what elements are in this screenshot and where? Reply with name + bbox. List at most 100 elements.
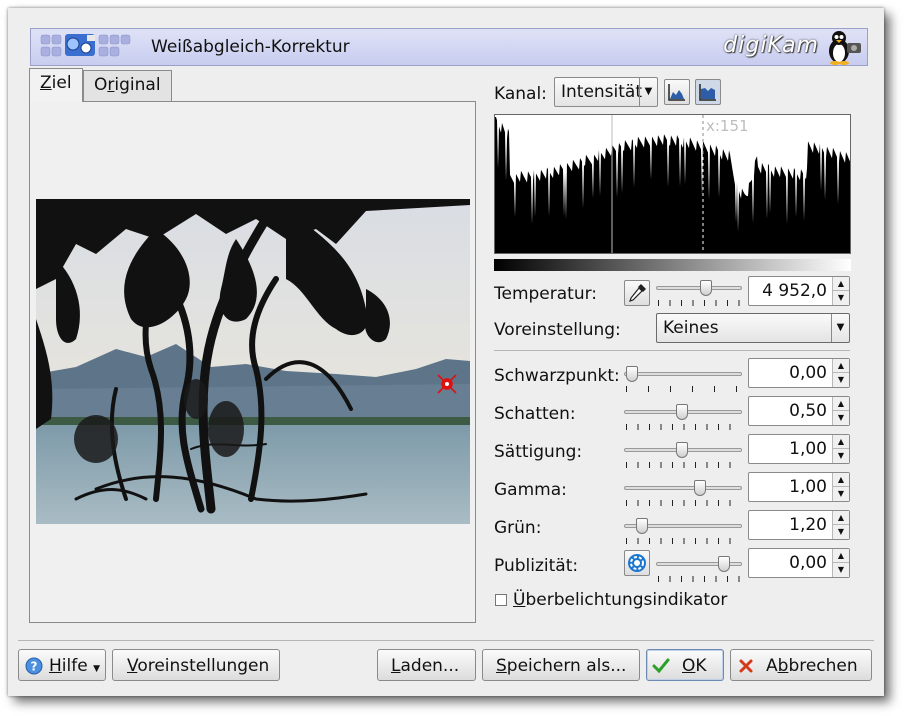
channel-select[interactable]: Intensität ▼ <box>554 77 658 107</box>
param-value: 0,00 <box>789 553 827 573</box>
help-mnemonic: H <box>49 656 62 676</box>
param-slider[interactable] <box>624 366 742 396</box>
preset-select[interactable]: Keines ▼ <box>656 313 850 343</box>
auto-exposure-button[interactable] <box>624 550 650 576</box>
log-scale-button[interactable] <box>695 79 721 105</box>
intensity-gradient-bar <box>494 259 851 271</box>
histogram[interactable]: x:151 <box>494 114 851 254</box>
overexposure-text: berbelichtungsindikator <box>525 590 728 610</box>
tux-mascot-icon <box>829 31 861 65</box>
param-spinbox[interactable]: 0,00 ▲ ▼ <box>748 548 850 578</box>
param-slider[interactable] <box>624 404 742 434</box>
temperature-slider[interactable] <box>656 280 742 310</box>
param-label: Schwarzpunkt: <box>494 366 620 386</box>
param-slider[interactable] <box>624 518 742 548</box>
slider-ticks <box>626 538 740 544</box>
spin-arrows: ▲ ▼ <box>832 359 849 387</box>
dialog-title: Weißabgleich-Korrektur <box>151 37 350 57</box>
tab-original-label-start: O <box>94 75 108 95</box>
overexposure-mnemonic: Ü <box>513 590 526 610</box>
overexposure-label: Überbelichtungsindikator <box>513 590 727 610</box>
preview-panel <box>29 101 476 623</box>
param-value: 1,20 <box>789 515 827 535</box>
channel-select-value: Intensität <box>561 82 643 102</box>
param-value: 0,00 <box>789 363 827 383</box>
ok-button[interactable]: OK <box>646 649 724 681</box>
param-spinbox[interactable]: 1,00 ▲ ▼ <box>748 472 850 502</box>
slider-groove <box>624 372 742 376</box>
temperature-label: Temperatur: <box>494 284 598 304</box>
temperature-picker-button[interactable] <box>624 280 650 306</box>
spin-down-icon[interactable]: ▼ <box>833 487 849 501</box>
spin-up-icon[interactable]: ▲ <box>833 397 849 411</box>
temperature-spinbox[interactable]: 4 952,0 ▲ ▼ <box>748 276 850 306</box>
param-spinbox[interactable]: 1,20 ▲ ▼ <box>748 510 850 540</box>
linear-histogram-icon <box>668 84 685 101</box>
spin-down-icon[interactable]: ▼ <box>833 449 849 463</box>
digikam-logo: digiKam <box>723 33 819 58</box>
param-spinbox[interactable]: 1,00 ▲ ▼ <box>748 434 850 464</box>
param-spinbox[interactable]: 0,00 ▲ ▼ <box>748 358 850 388</box>
white-balance-tool-icon <box>40 34 131 57</box>
slider-handle[interactable] <box>676 404 688 420</box>
slider-handle[interactable] <box>636 518 648 534</box>
overexposure-checkbox[interactable] <box>495 594 507 606</box>
spin-up-icon[interactable]: ▲ <box>833 277 849 291</box>
param-slider[interactable] <box>624 442 742 472</box>
tab-original[interactable]: Original <box>83 70 172 102</box>
separator <box>494 350 850 351</box>
slider-ticks <box>658 300 740 306</box>
slider-handle[interactable] <box>718 556 730 572</box>
slider-handle[interactable] <box>700 280 712 296</box>
param-slider[interactable] <box>656 556 742 586</box>
param-slider[interactable] <box>624 480 742 510</box>
spin-arrows: ▲ ▼ <box>832 277 849 305</box>
spin-up-icon[interactable]: ▲ <box>833 473 849 487</box>
slider-handle[interactable] <box>676 442 688 458</box>
save-as-button[interactable]: Speichern als... <box>482 649 640 681</box>
param-value: 1,00 <box>789 439 827 459</box>
spin-up-icon[interactable]: ▲ <box>833 435 849 449</box>
spin-down-icon[interactable]: ▼ <box>833 373 849 387</box>
slider-ticks <box>658 576 740 582</box>
tab-target[interactable]: Ziel <box>29 68 83 102</box>
spin-up-icon[interactable]: ▲ <box>833 511 849 525</box>
load-label: aden... <box>400 656 460 676</box>
separator <box>18 640 874 641</box>
close-icon <box>739 659 753 673</box>
spin-arrows: ▲ ▼ <box>832 397 849 425</box>
presets-button[interactable]: Voreinstellungen <box>112 649 280 681</box>
slider-handle[interactable] <box>694 480 706 496</box>
cancel-mnemonic: b <box>777 656 789 676</box>
help-button[interactable]: ? Hilfe ▼ <box>18 649 106 681</box>
spin-up-icon[interactable]: ▲ <box>833 549 849 563</box>
cancel-button[interactable]: Abbrechen <box>730 649 872 681</box>
spin-arrows: ▲ ▼ <box>832 473 849 501</box>
load-button[interactable]: Laden... <box>377 649 476 681</box>
slider-ticks <box>626 462 740 468</box>
chevron-down-icon: ▼ <box>639 78 657 106</box>
save-as-mnemonic: S <box>496 656 507 676</box>
param-spinbox[interactable]: 0,50 ▲ ▼ <box>748 396 850 426</box>
cancel-label-start: A <box>766 656 778 676</box>
eyedropper-icon <box>629 284 646 302</box>
preview-photo[interactable] <box>36 199 470 524</box>
spin-down-icon[interactable]: ▼ <box>833 411 849 425</box>
checkmark-icon <box>652 658 670 674</box>
slider-handle[interactable] <box>626 366 638 382</box>
spin-down-icon[interactable]: ▼ <box>833 291 849 305</box>
histogram-cursor-readout: x:151 <box>706 117 749 135</box>
save-as-label: peichern als... <box>506 656 627 676</box>
help-label: ilfe <box>61 656 88 676</box>
histogram-graph <box>495 115 850 253</box>
spin-down-icon[interactable]: ▼ <box>833 563 849 577</box>
channel-label: Kanal: <box>494 84 547 104</box>
slider-ticks <box>626 500 740 506</box>
param-value: 1,00 <box>789 477 827 497</box>
presets-mnemonic: V <box>127 656 138 676</box>
linear-scale-button[interactable] <box>664 79 690 105</box>
presets-label: oreinstellungen <box>137 656 270 676</box>
dialog-header: Weißabgleich-Korrektur digiKam <box>30 28 868 66</box>
spin-down-icon[interactable]: ▼ <box>833 525 849 539</box>
spin-up-icon[interactable]: ▲ <box>833 359 849 373</box>
